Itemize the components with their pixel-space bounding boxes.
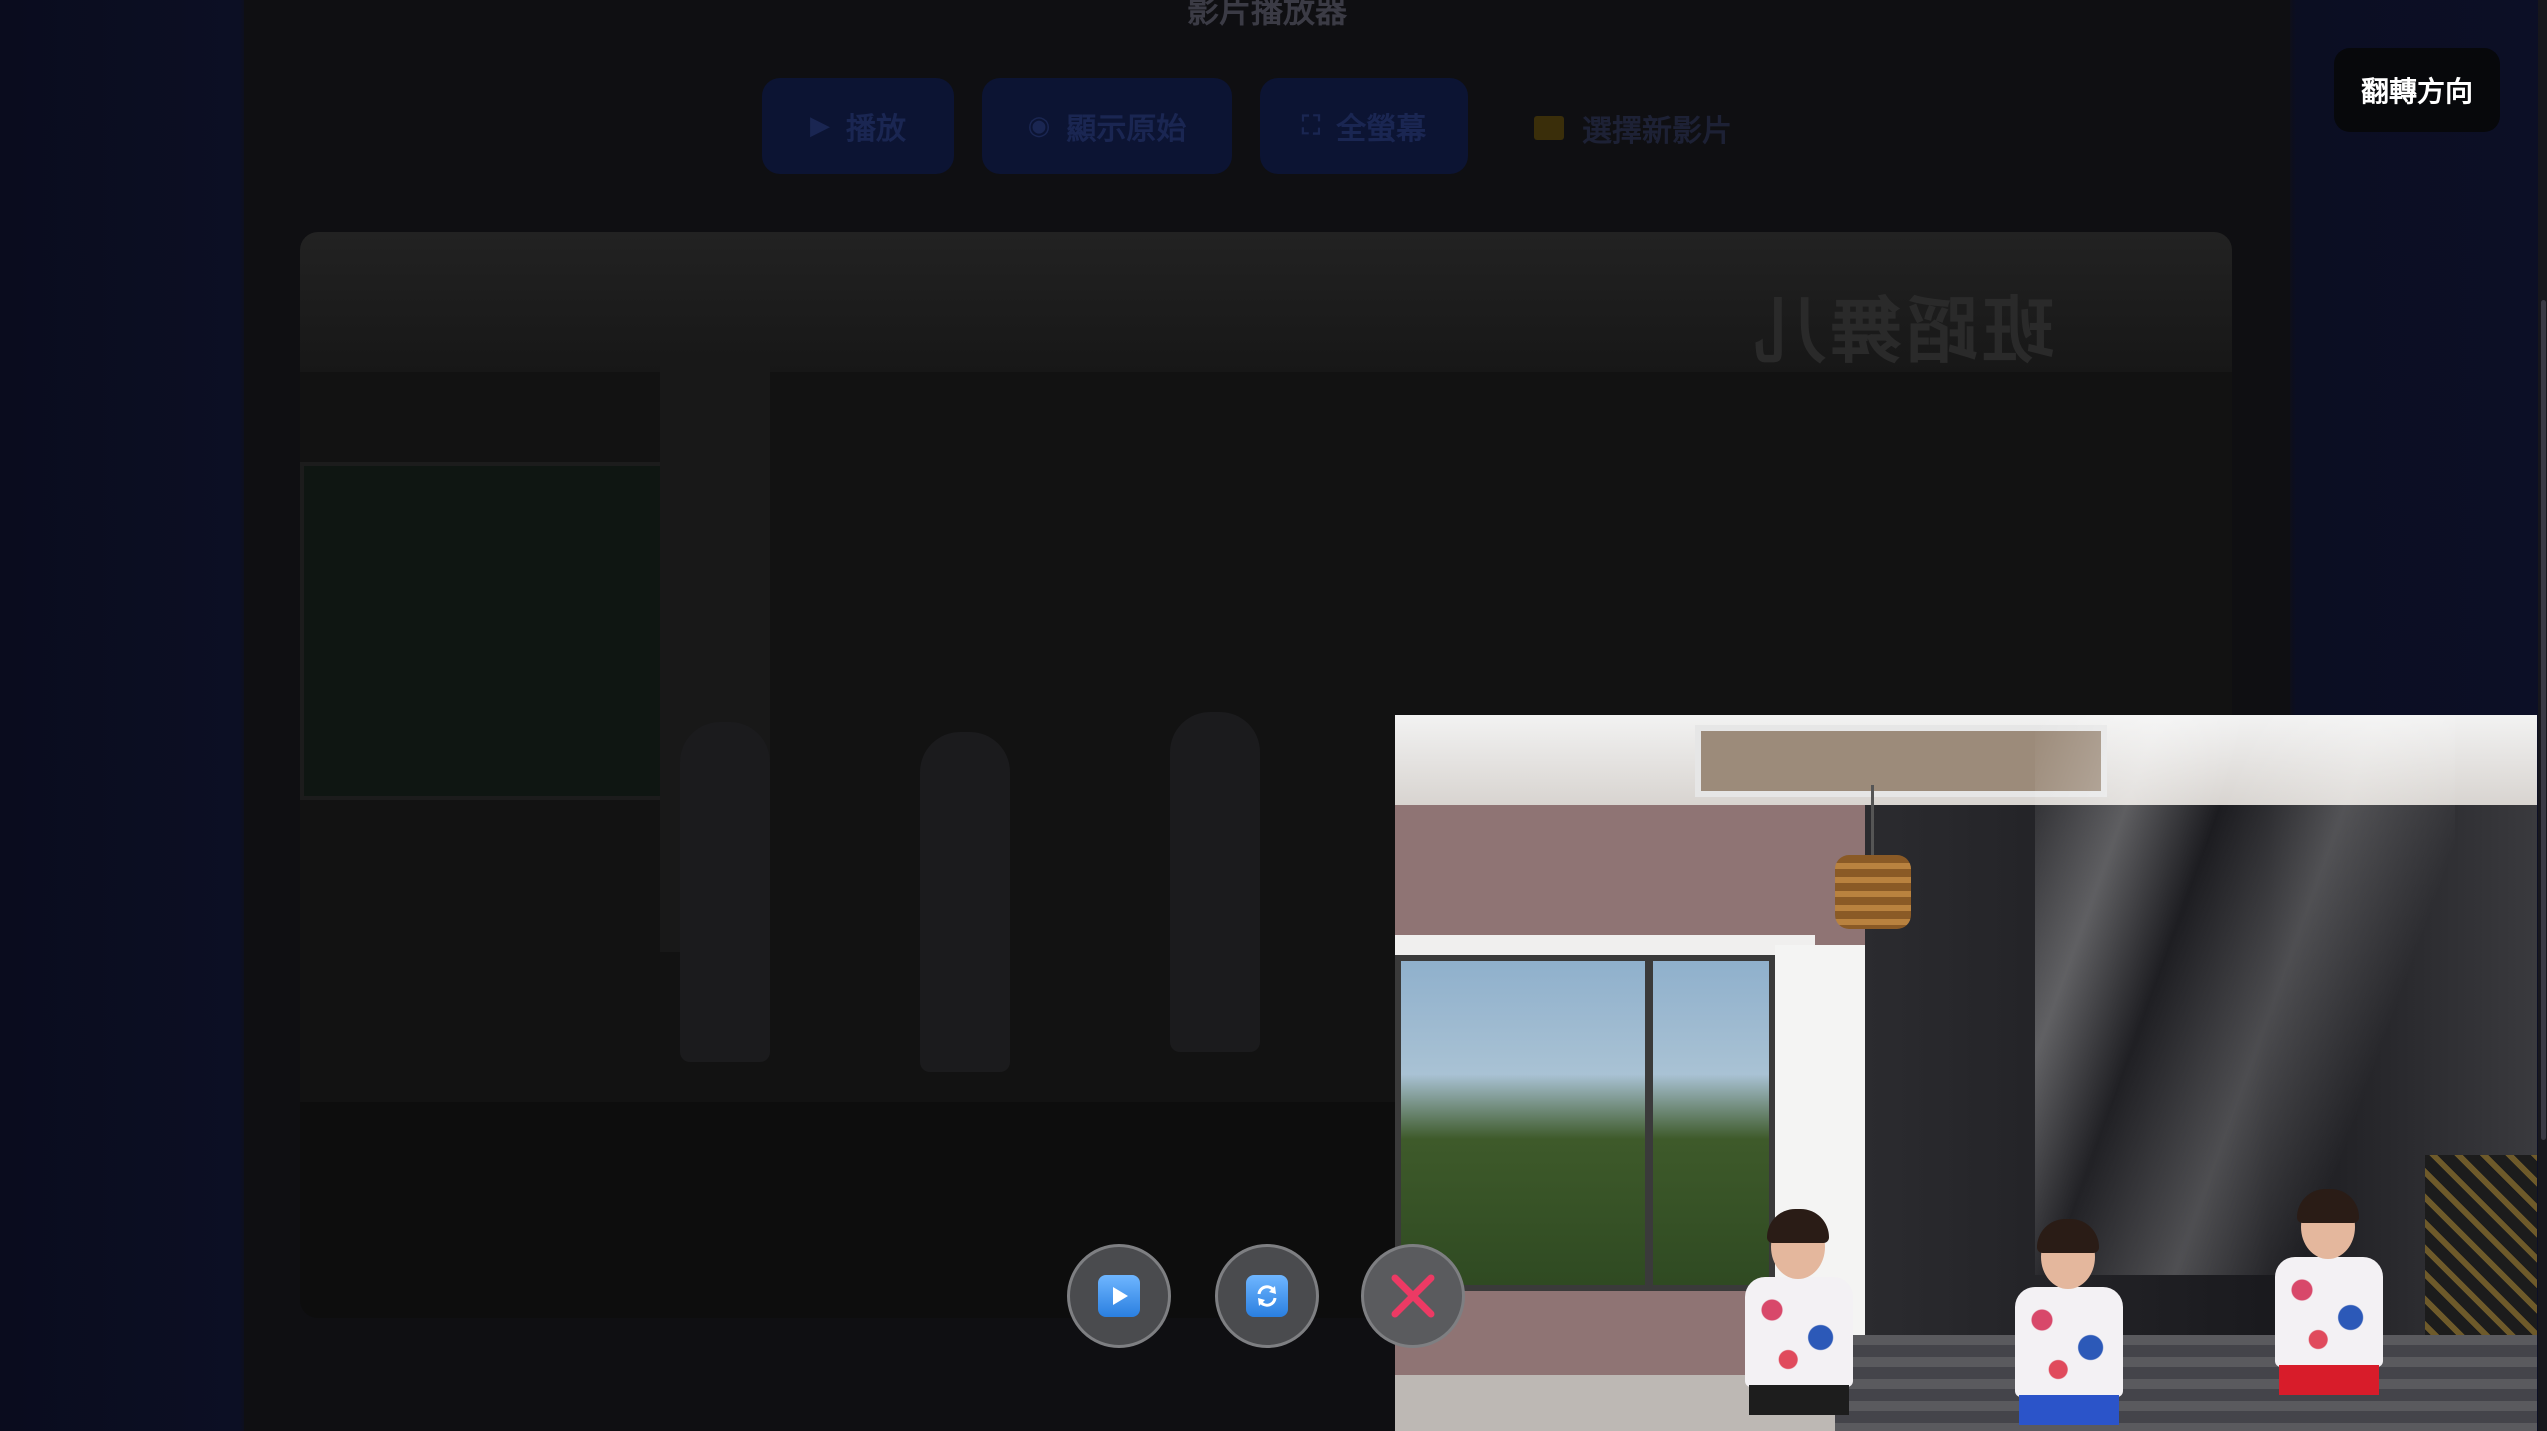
pip-ledge: [1395, 935, 1815, 955]
show-original-button[interactable]: ◉ 顯示原始: [982, 78, 1232, 174]
eye-icon: ◉: [1027, 111, 1051, 141]
pip-lamp: [1835, 855, 1911, 929]
pip-stairs: [1835, 1335, 2537, 1431]
fullscreen-button[interactable]: ⛶ 全螢幕: [1260, 78, 1468, 174]
play-icon: [1098, 1275, 1140, 1317]
play-icon: ▶: [810, 111, 830, 141]
fullscreen-icon: ⛶: [1301, 110, 1321, 141]
select-video-label: 選擇新影片: [1582, 114, 1732, 149]
pip-window-mullion: [1645, 955, 1653, 1291]
play-button-label: 播放: [846, 112, 906, 147]
select-video-button[interactable]: 選擇新影片: [1534, 104, 1732, 152]
pip-refresh-button[interactable]: [1215, 1244, 1319, 1348]
mirrored-sign: 班蹈舞儿: [1750, 289, 2055, 373]
app-window: 影片播放器 ▶ 播放 ◉ 顯示原始 ⛶ 全螢幕 選擇新影片 班蹈舞儿 翻轉方向: [0, 0, 2547, 1431]
flip-direction-button[interactable]: 翻轉方向: [2334, 48, 2500, 132]
play-button[interactable]: ▶ 播放: [762, 78, 954, 174]
video-window: [300, 462, 668, 800]
pip-play-button[interactable]: [1067, 1244, 1171, 1348]
pip-window: [1395, 955, 1775, 1291]
show-original-button-label: 顯示原始: [1066, 112, 1187, 147]
scrollbar-thumb[interactable]: [2541, 300, 2546, 1140]
fullscreen-button-label: 全螢幕: [1336, 112, 1427, 147]
close-icon: [1391, 1274, 1435, 1318]
dancer-silhouette: [920, 732, 1010, 1072]
pip-video[interactable]: [1395, 715, 2537, 1431]
folder-icon: [1534, 116, 1564, 140]
dancer-silhouette: [680, 722, 770, 1062]
app-title: 影片播放器: [1186, 0, 1347, 30]
pip-close-button[interactable]: [1361, 1244, 1465, 1348]
pip-light-beams: [2035, 715, 2455, 1275]
pip-lamp-cord: [1871, 785, 1874, 857]
refresh-icon: [1246, 1275, 1288, 1317]
dancer-silhouette: [1170, 712, 1260, 1052]
